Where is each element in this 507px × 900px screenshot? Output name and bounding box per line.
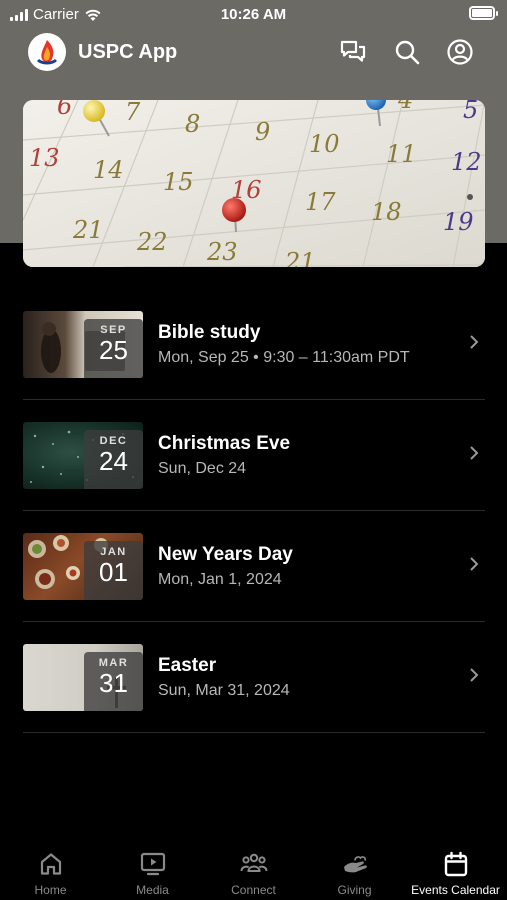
event-row[interactable]: DEC 24 Christmas Eve Sun, Dec 24 bbox=[23, 400, 485, 511]
event-row[interactable]: JAN 01 New Years Day Mon, Jan 1, 2024 bbox=[23, 511, 485, 622]
calendar-day-number: 6 bbox=[57, 100, 72, 120]
event-date: Mon, Sep 25 • 9:30 – 11:30am PDT bbox=[158, 349, 410, 366]
event-title: Bible study bbox=[158, 322, 261, 343]
app-logo bbox=[28, 33, 66, 71]
tab-connect[interactable]: Connect bbox=[203, 840, 304, 897]
tab-giving[interactable]: Giving bbox=[304, 840, 405, 897]
chevron-right-icon bbox=[470, 668, 479, 682]
date-badge: SEP 25 bbox=[84, 319, 143, 378]
calendar-icon bbox=[444, 851, 467, 877]
event-title: Easter bbox=[158, 655, 217, 676]
tab-label: Connect bbox=[231, 883, 276, 897]
calendar-day-number: 10 bbox=[309, 130, 340, 158]
date-badge: DEC 24 bbox=[84, 430, 143, 489]
calendar-day-number: 9 bbox=[255, 118, 270, 146]
calendar-day-number: 21 bbox=[284, 248, 316, 267]
calendar-day-number: 17 bbox=[305, 188, 336, 216]
calendar-day-number: 18 bbox=[371, 198, 402, 226]
event-title: New Years Day bbox=[158, 544, 293, 565]
date-badge-day: 31 bbox=[99, 668, 128, 698]
calendar-day-number: 7 bbox=[125, 100, 141, 126]
date-badge-day: 24 bbox=[99, 446, 128, 476]
date-badge: MAR 31 bbox=[84, 652, 143, 711]
chevron-right-icon bbox=[470, 557, 479, 571]
tab-media[interactable]: Media bbox=[102, 840, 203, 897]
tab-label: Events Calendar bbox=[411, 883, 500, 897]
tab-events-calendar[interactable]: Events Calendar bbox=[405, 840, 506, 897]
event-thumbnail: MAR 31 bbox=[23, 644, 143, 711]
calendar-day-number: 14 bbox=[93, 156, 124, 184]
date-badge: JAN 01 bbox=[84, 541, 143, 600]
account-icon[interactable] bbox=[446, 38, 474, 66]
giving-hand-icon bbox=[343, 856, 367, 873]
tab-bar: Home Media Connect Giving Events Calenda… bbox=[0, 840, 507, 900]
event-date: Sun, Mar 31, 2024 bbox=[158, 682, 290, 699]
calendar-day-number: 5 bbox=[463, 100, 478, 124]
calendar-day-number: 22 bbox=[136, 228, 168, 256]
event-title: Christmas Eve bbox=[158, 433, 291, 454]
date-badge-day: 01 bbox=[99, 557, 128, 587]
calendar-day-number: 4 bbox=[397, 100, 413, 114]
chevron-right-icon bbox=[470, 446, 479, 460]
event-row[interactable]: MAR 31 Easter Sun, Mar 31, 2024 bbox=[23, 622, 485, 733]
calendar-day-number: 15 bbox=[163, 168, 194, 196]
chat-icon[interactable] bbox=[339, 38, 367, 66]
calendar-day-number: 11 bbox=[386, 140, 417, 168]
tab-label: Media bbox=[136, 883, 169, 897]
calendar-photo: 6 7 8 9 10 114 513 14 15 16 17 18121921 22 23 21 bbox=[23, 100, 485, 267]
search-icon[interactable] bbox=[393, 38, 421, 66]
calendar-day-number: 12 bbox=[451, 148, 482, 176]
people-group-icon bbox=[240, 853, 267, 872]
tv-play-icon bbox=[140, 852, 165, 876]
calendar-day-number: 21 bbox=[72, 216, 104, 244]
event-row[interactable]: SEP 25 Bible study Mon, Sep 25 • 9:30 – … bbox=[23, 289, 485, 400]
calendar-day-number: 13 bbox=[29, 144, 60, 172]
event-thumbnail: SEP 25 bbox=[23, 311, 143, 378]
battery-icon bbox=[469, 6, 498, 20]
status-bar: Carrier 10:26 AM bbox=[0, 0, 507, 30]
event-date: Sun, Dec 24 bbox=[158, 460, 247, 477]
tab-label: Home bbox=[34, 883, 67, 897]
app-header: USPC App bbox=[0, 30, 507, 76]
hero-calendar-image: 6 7 8 9 10 11 4 5 13 14 15 16 17 18 12 19 21 22 23 21 bbox=[23, 100, 485, 267]
chevron-right-icon bbox=[470, 335, 479, 349]
clock: 10:26 AM bbox=[220, 6, 287, 23]
calendar-day-number: 19 bbox=[443, 208, 474, 236]
events-list: SEP 25 Bible study Mon, Sep 25 • 9:30 – … bbox=[23, 289, 485, 733]
date-badge-day: 25 bbox=[99, 335, 128, 365]
tab-home[interactable]: Home bbox=[0, 840, 101, 897]
calendar-day-number: 23 bbox=[206, 238, 238, 266]
event-thumbnail: DEC 24 bbox=[23, 422, 143, 489]
event-thumbnail: JAN 01 bbox=[23, 533, 143, 600]
app-title: USPC App bbox=[78, 41, 178, 63]
calendar-day-number: 8 bbox=[185, 110, 200, 138]
home-icon bbox=[40, 853, 61, 875]
tab-label: Giving bbox=[337, 883, 372, 897]
event-date: Mon, Jan 1, 2024 bbox=[158, 571, 282, 588]
